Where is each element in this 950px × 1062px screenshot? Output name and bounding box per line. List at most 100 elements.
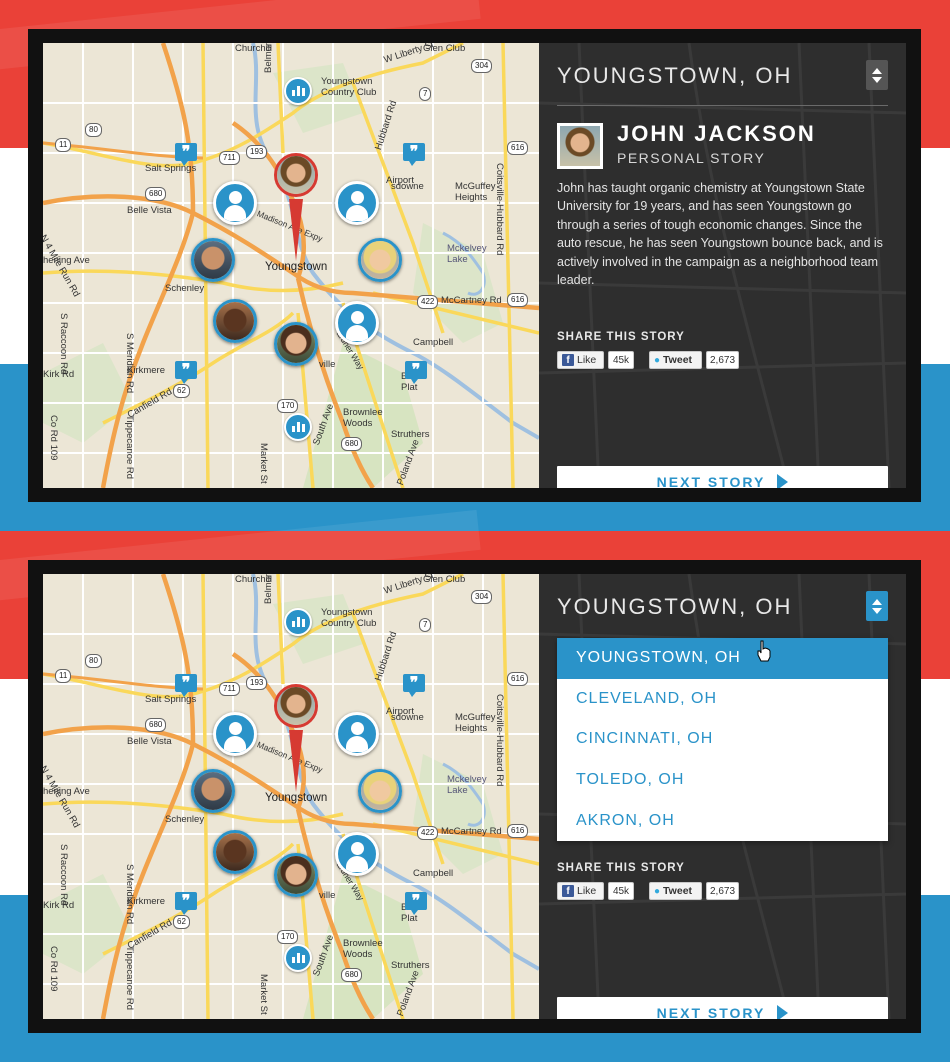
stats-marker[interactable] xyxy=(284,944,312,972)
city-select-toggle[interactable] xyxy=(866,591,888,621)
user-marker[interactable] xyxy=(335,832,379,876)
city-dropdown: YOUNGSTOWN, OH CLEVELAND, OH CINCINNATI,… xyxy=(557,638,888,841)
map-label-lansdowne: sdowne xyxy=(391,181,424,192)
map-label-coitsville: Coitsville-Hubbard Rd xyxy=(494,694,505,787)
city-option-cleveland[interactable]: CLEVELAND, OH xyxy=(557,679,888,720)
map-label-glen-club: Glen Club xyxy=(423,574,466,585)
city-option-akron[interactable]: AKRON, OH xyxy=(557,800,888,841)
map-label-glen-club: Glen Club xyxy=(423,43,466,54)
arrow-down-icon xyxy=(872,607,882,614)
divider xyxy=(557,105,888,106)
user-marker[interactable] xyxy=(213,712,257,756)
like-count: 45k xyxy=(608,882,634,900)
route-shield-170: 170 xyxy=(277,399,299,413)
stats-marker[interactable] xyxy=(284,77,312,105)
map-label-youngstown: Youngstown xyxy=(265,261,328,273)
map-label-brownlee: Brownlee Woods xyxy=(343,407,383,429)
photo-marker[interactable] xyxy=(213,830,257,874)
route-shield-193: 193 xyxy=(246,676,268,690)
map-label-ville: ville xyxy=(319,359,336,370)
route-shield-680b: 680 xyxy=(341,968,363,982)
person-name: JOHN JACKSON xyxy=(617,121,816,146)
route-shield-62: 62 xyxy=(173,915,190,929)
route-shield-80: 80 xyxy=(85,654,102,668)
quote-marker[interactable]: ❞ xyxy=(405,361,427,384)
quote-marker[interactable]: ❞ xyxy=(175,143,197,166)
map-label-ville: ville xyxy=(319,890,336,901)
share-heading: SHARE THIS STORY xyxy=(557,862,685,874)
play-arrow-icon xyxy=(777,473,789,488)
tweet-button[interactable]: ● Tweet xyxy=(649,351,702,369)
map-label-campbell: Campbell xyxy=(413,337,454,348)
quote-marker[interactable]: ❞ xyxy=(175,361,197,384)
quote-marker[interactable]: ❞ xyxy=(175,892,197,915)
facebook-icon: f xyxy=(562,885,574,897)
photo-marker[interactable] xyxy=(274,322,318,366)
map-label-coitsville: Coitsville-Hubbard Rd xyxy=(494,163,505,256)
quote-marker[interactable]: ❞ xyxy=(405,892,427,915)
story-panel-bottom: Churchill W Liberty St Glen Club Youngst… xyxy=(28,560,921,1033)
route-shield-616b: 616 xyxy=(507,824,529,838)
route-shield-11: 11 xyxy=(55,138,72,152)
route-shield-304: 304 xyxy=(471,590,493,604)
tweet-count: 2,673 xyxy=(706,882,739,900)
map-label-co-rd-109: Co Rd 109 xyxy=(48,946,59,992)
next-story-button[interactable]: NEXT STORY xyxy=(557,466,888,488)
tweet-button[interactable]: ● Tweet xyxy=(649,882,702,900)
city-option-cincinnati[interactable]: CINCINNATI, OH xyxy=(557,719,888,760)
story-sidebar: YOUNGSTOWN, OH JOHN JACKSON PERSONAL STO… xyxy=(539,43,906,488)
photo-marker[interactable] xyxy=(191,769,235,813)
arrow-up-icon xyxy=(872,67,882,74)
user-marker[interactable] xyxy=(335,301,379,345)
route-shield-711: 711 xyxy=(219,151,240,165)
user-marker[interactable] xyxy=(335,712,379,756)
map-label-mccartney: McCartney Rd xyxy=(441,826,502,837)
city-select-toggle[interactable] xyxy=(866,60,888,90)
facebook-like-button[interactable]: f Like xyxy=(557,882,604,900)
map[interactable]: Churchill W Liberty St Glen Club Youngst… xyxy=(43,43,539,488)
tweet-count: 2,673 xyxy=(706,351,739,369)
city-title: YOUNGSTOWN, OH xyxy=(557,594,793,619)
map-label-co-rd-109: Co Rd 109 xyxy=(48,415,59,461)
map-label-meridian: S Meridian Rd xyxy=(124,333,135,394)
route-shield-193: 193 xyxy=(246,145,268,159)
facebook-like-button[interactable]: f Like xyxy=(557,351,604,369)
photo-marker[interactable] xyxy=(213,299,257,343)
map-label-tippecanoe: Tippecanoe Rd xyxy=(124,415,135,480)
map-label-belmont: Belmont Ave xyxy=(263,43,274,73)
next-story-button[interactable]: NEXT STORY xyxy=(557,997,888,1019)
city-option-toledo[interactable]: TOLEDO, OH xyxy=(557,760,888,801)
quote-marker[interactable]: ❞ xyxy=(403,143,425,166)
route-shield-62: 62 xyxy=(173,384,190,398)
route-shield-422: 422 xyxy=(417,826,439,840)
arrow-down-icon xyxy=(872,76,882,83)
map-label-raccoon: S Raccoon Rd xyxy=(58,313,69,375)
route-shield-616b: 616 xyxy=(507,293,529,307)
stats-marker[interactable] xyxy=(284,413,312,441)
map-label-schenley: Schenley xyxy=(165,283,205,294)
stats-marker[interactable] xyxy=(284,608,312,636)
city-option-youngstown[interactable]: YOUNGSTOWN, OH xyxy=(557,638,888,679)
map-label-salt-springs: Salt Springs xyxy=(145,694,197,705)
map-label-mcguffey: McGuffey Heights xyxy=(455,712,496,734)
play-arrow-icon xyxy=(777,1004,789,1019)
quote-marker[interactable]: ❞ xyxy=(403,674,425,697)
photo-marker[interactable] xyxy=(358,238,402,282)
photo-marker[interactable] xyxy=(191,238,235,282)
city-title: YOUNGSTOWN, OH xyxy=(557,63,793,88)
facebook-icon: f xyxy=(562,354,574,366)
story-text: John has taught organic chemistry at You… xyxy=(557,181,883,288)
active-photo-marker[interactable] xyxy=(274,684,318,728)
quote-marker[interactable]: ❞ xyxy=(175,674,197,697)
photo-marker[interactable] xyxy=(358,769,402,813)
route-shield-616a: 616 xyxy=(507,141,529,155)
map-label-mccartney: McCartney Rd xyxy=(441,295,502,306)
active-pin-pointer xyxy=(289,730,303,792)
photo-marker[interactable] xyxy=(274,853,318,897)
map[interactable]: Churchill W Liberty St Glen Club Youngst… xyxy=(43,574,539,1019)
route-shield-80: 80 xyxy=(85,123,102,137)
user-marker[interactable] xyxy=(335,181,379,225)
active-photo-marker[interactable] xyxy=(274,153,318,197)
map-label-campbell: Campbell xyxy=(413,868,454,879)
user-marker[interactable] xyxy=(213,181,257,225)
